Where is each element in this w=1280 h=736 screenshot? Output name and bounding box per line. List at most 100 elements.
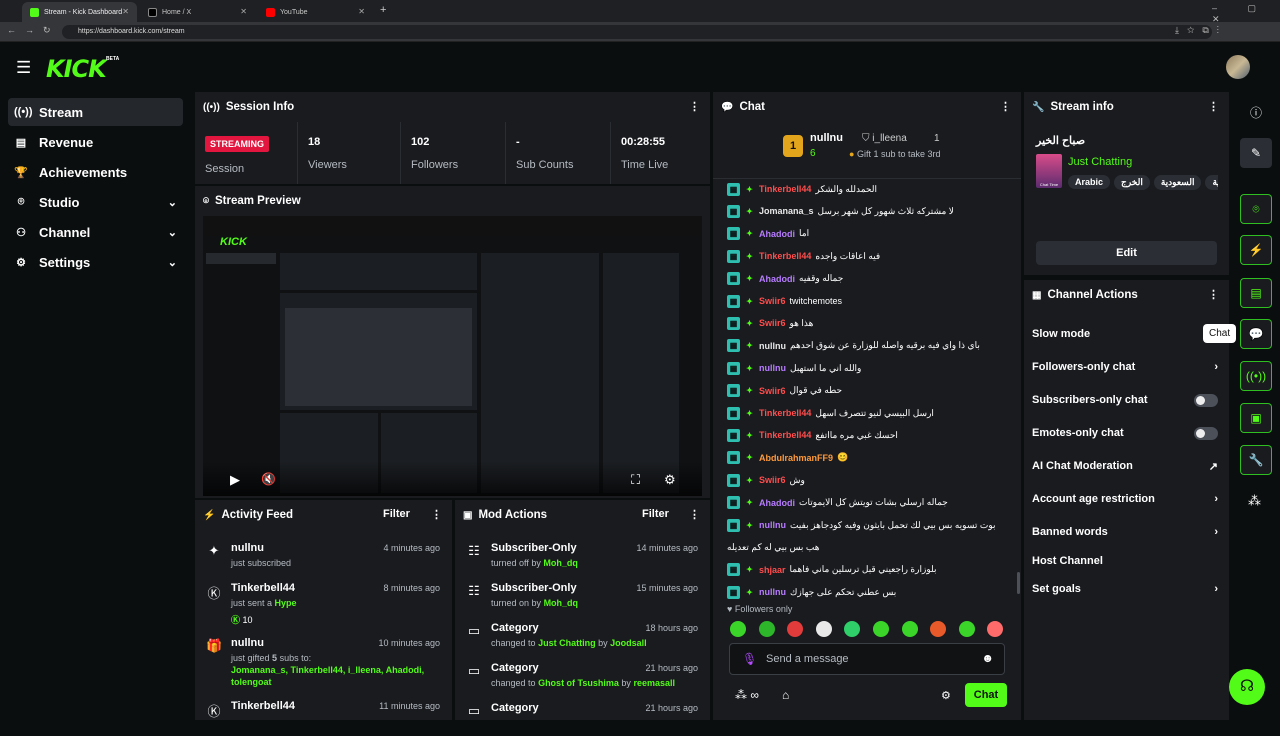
wrench-icon[interactable]: 🔧 bbox=[1240, 445, 1272, 475]
studio-rail-icon[interactable]: ⌾ bbox=[1240, 194, 1272, 224]
mute-icon[interactable]: 🔇 bbox=[261, 472, 276, 486]
sidebar-item-revenue[interactable]: ▤ Revenue bbox=[8, 128, 183, 156]
moderator-name[interactable]: reemasall bbox=[633, 678, 675, 688]
send-chat-button[interactable]: Chat bbox=[965, 683, 1007, 707]
chat-username[interactable]: Tinkerbell44 bbox=[759, 251, 811, 261]
list-icon[interactable]: ▤ bbox=[1240, 278, 1272, 308]
second-gifter-name[interactable]: i_lleena bbox=[872, 133, 906, 144]
moderator-name[interactable]: Joodsall bbox=[610, 638, 647, 648]
sidebar-item-settings[interactable]: ⚙ Settings ⌄ bbox=[8, 248, 183, 276]
close-icon[interactable]: ✕ bbox=[240, 7, 247, 16]
close-icon[interactable]: ✕ bbox=[358, 7, 365, 16]
hamburger-menu-icon[interactable]: ☰ bbox=[16, 58, 31, 78]
tab-x[interactable]: Home / X ✕ bbox=[140, 2, 255, 22]
chat-username[interactable]: Swiir6 bbox=[759, 318, 786, 328]
store-icon[interactable]: ⌂ bbox=[782, 688, 789, 702]
chat-username[interactable]: nullnu bbox=[759, 587, 786, 597]
avatar[interactable] bbox=[1226, 55, 1250, 79]
kick-logo[interactable]: KICK bbox=[46, 55, 107, 83]
chat-username[interactable]: Swiir6 bbox=[759, 296, 786, 306]
emotes-only-toggle[interactable] bbox=[1194, 426, 1218, 440]
kick-points-icon[interactable]: ⁂ ∞ bbox=[735, 688, 759, 702]
sidebar-item-achievements[interactable]: 🏆 Achievements bbox=[8, 158, 183, 186]
chat-username[interactable]: Swiir6 bbox=[759, 475, 786, 485]
subscribers-only-toggle[interactable] bbox=[1194, 393, 1218, 407]
play-icon[interactable]: ▶ bbox=[230, 472, 240, 488]
emote-icon[interactable] bbox=[758, 621, 775, 637]
mod-rail-icon[interactable]: ▣ bbox=[1240, 403, 1272, 433]
chat-username[interactable]: Swiir6 bbox=[759, 386, 786, 396]
more-options-icon[interactable]: ⋮ bbox=[689, 100, 700, 113]
tab-kick[interactable]: Stream - Kick Dashboard ✕ bbox=[22, 2, 137, 22]
moderator-name[interactable]: Moh_dq bbox=[543, 558, 578, 568]
lightning-icon[interactable]: ⚡ bbox=[1240, 235, 1272, 265]
activity-user[interactable]: Tinkerbell44 bbox=[231, 582, 295, 594]
moderator-name[interactable]: Moh_dq bbox=[544, 598, 579, 608]
tab-youtube[interactable]: YouTube ✕ bbox=[258, 2, 373, 22]
sidebar-item-stream[interactable]: ((•)) Stream bbox=[8, 98, 183, 126]
sidebar-item-studio[interactable]: ⌾ Studio ⌄ bbox=[8, 188, 183, 216]
tag-chip[interactable]: Arabic bbox=[1068, 175, 1111, 189]
chat-username[interactable]: shjaar bbox=[759, 565, 786, 575]
category-name[interactable]: Just Chatting bbox=[1068, 156, 1132, 168]
gear-icon[interactable]: ⚙ bbox=[941, 689, 951, 702]
edit-button[interactable]: Edit bbox=[1036, 241, 1217, 265]
subscribers-only-action[interactable]: Subscribers-only chat bbox=[1032, 390, 1222, 410]
pencil-icon[interactable]: ✎ bbox=[1240, 138, 1272, 168]
chat-username[interactable]: Ahadodi bbox=[759, 274, 795, 284]
emote-icon[interactable] bbox=[958, 621, 975, 637]
chat-username[interactable]: AbdulrahmanFF9 bbox=[759, 453, 833, 463]
url-field[interactable]: https://dashboard.kick.com/stream bbox=[62, 25, 1212, 39]
emotes-only-action[interactable]: Emotes-only chat bbox=[1032, 423, 1222, 443]
chat-username[interactable]: nullnu bbox=[759, 341, 786, 351]
top-gifter-name[interactable]: nullnu bbox=[810, 132, 843, 144]
support-headset-icon[interactable]: ☊ bbox=[1229, 669, 1265, 705]
activity-user[interactable]: Tinkerbell44 bbox=[231, 700, 295, 712]
banned-words-action[interactable]: Banned words › bbox=[1032, 522, 1222, 542]
host-channel-action[interactable]: Host Channel bbox=[1032, 551, 1222, 571]
browser-actions-icon[interactable]: ⤓☆⧉⋮ bbox=[1175, 25, 1227, 36]
followers-only-action[interactable]: Followers-only chat › bbox=[1032, 357, 1222, 377]
close-icon[interactable]: ✕ bbox=[122, 7, 129, 16]
more-options-icon[interactable]: ⋮ bbox=[431, 508, 442, 521]
filter-button[interactable]: Filter bbox=[642, 508, 669, 520]
chat-username[interactable]: nullnu bbox=[759, 363, 786, 373]
emoji-icon[interactable]: ☻ bbox=[981, 651, 994, 665]
scrollbar[interactable] bbox=[1017, 572, 1020, 594]
broadcast-rail-icon[interactable]: ((•)) bbox=[1240, 361, 1272, 391]
more-options-icon[interactable]: ⋮ bbox=[1208, 100, 1219, 113]
activity-user[interactable]: nullnu bbox=[231, 542, 264, 554]
sidebar-item-channel[interactable]: ⚇ Channel ⌄ bbox=[8, 218, 183, 246]
activity-user[interactable]: nullnu bbox=[231, 637, 264, 649]
chat-username[interactable]: Jomanana_s bbox=[759, 206, 814, 216]
chat-input[interactable]: 🎙 Send a message ☻ bbox=[729, 643, 1005, 675]
emote-icon[interactable] bbox=[901, 621, 918, 637]
account-age-action[interactable]: Account age restriction › bbox=[1032, 489, 1222, 509]
info-icon[interactable]: ⓘ bbox=[1250, 104, 1262, 121]
emote-icon[interactable] bbox=[730, 621, 746, 637]
points-icon[interactable]: ⁂ bbox=[1248, 493, 1261, 509]
stream-video[interactable]: KICK ▶ 🔇 ⛶ ⚙ bbox=[203, 216, 702, 496]
more-options-icon[interactable]: ⋮ bbox=[1208, 288, 1219, 301]
set-goals-action[interactable]: Set goals › bbox=[1032, 579, 1222, 599]
chat-username[interactable]: Tinkerbell44 bbox=[759, 408, 811, 418]
slow-mode-action[interactable]: Slow mode bbox=[1032, 324, 1222, 344]
nav-arrows-icon[interactable]: ←→↻ bbox=[7, 25, 60, 36]
filter-button[interactable]: Filter bbox=[383, 508, 410, 520]
chat-username[interactable]: Tinkerbell44 bbox=[759, 184, 811, 194]
more-options-icon[interactable]: ⋮ bbox=[689, 508, 700, 521]
ai-moderation-action[interactable]: AI Chat Moderation ↗ bbox=[1032, 456, 1222, 476]
tag-chip[interactable]: السعودية bbox=[1153, 175, 1202, 190]
emote-icon[interactable] bbox=[873, 621, 889, 637]
new-tab-button[interactable]: + bbox=[380, 4, 386, 16]
chat-username[interactable]: Ahadodi bbox=[759, 229, 795, 239]
fullscreen-icon[interactable]: ⛶ bbox=[631, 472, 640, 488]
tag-chip[interactable]: الخرج bbox=[1114, 175, 1150, 190]
tag-chip[interactable]: عربية bbox=[1205, 175, 1218, 190]
emote-icon[interactable] bbox=[815, 621, 832, 637]
microphone-icon[interactable]: 🎙 bbox=[742, 652, 757, 666]
gear-icon[interactable]: ⚙ bbox=[664, 472, 676, 488]
chat-username[interactable]: nullnu bbox=[759, 520, 786, 530]
chat-username[interactable]: Ahadodi bbox=[759, 498, 795, 508]
chat-username[interactable]: Tinkerbell44 bbox=[759, 430, 811, 440]
